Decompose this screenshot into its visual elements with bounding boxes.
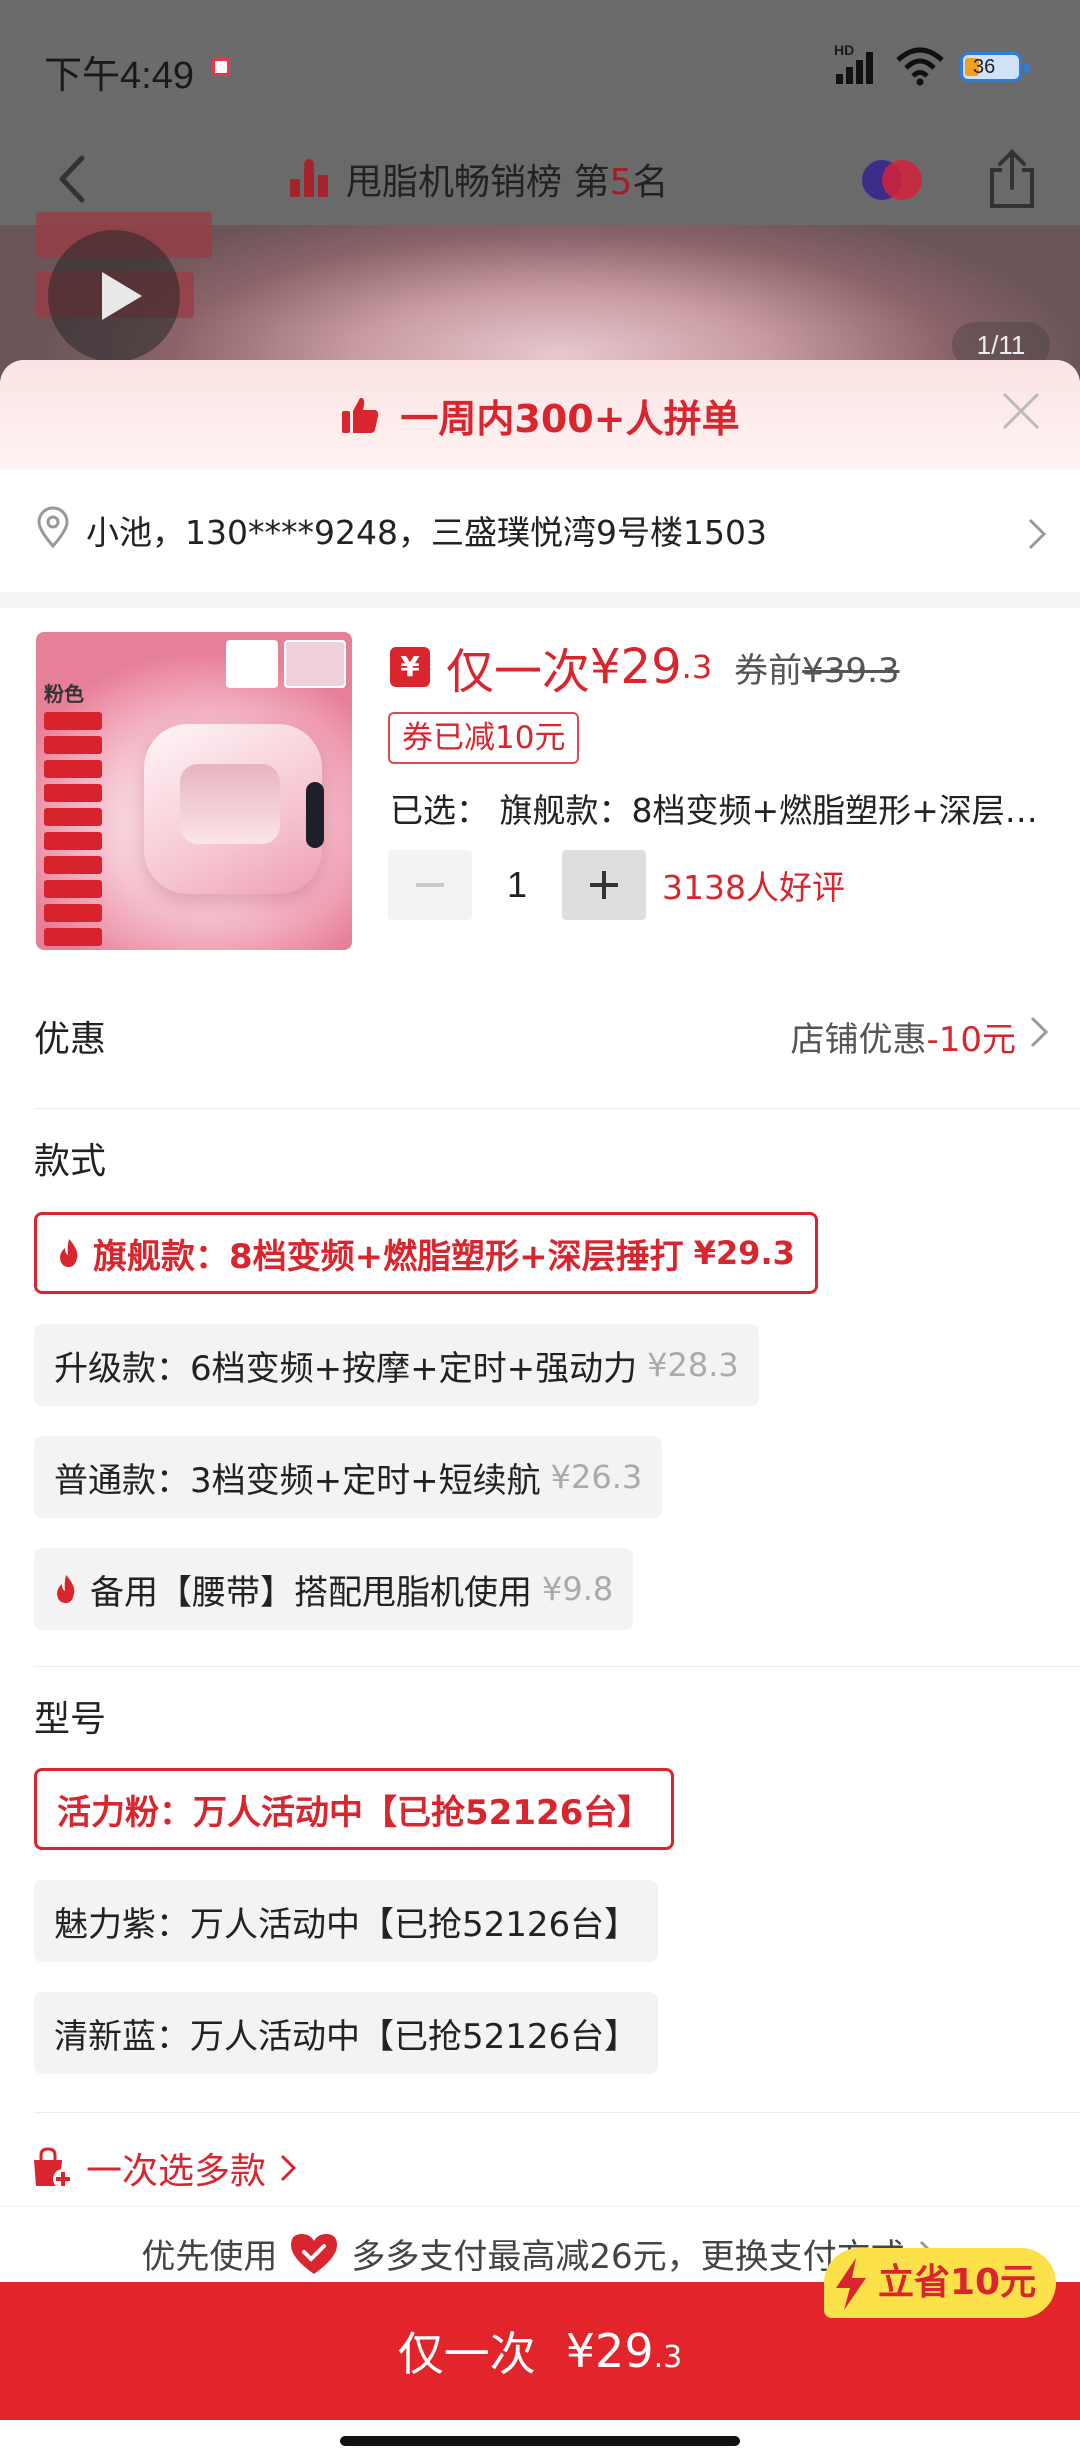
notification-icon [212, 58, 230, 76]
model-option-blue[interactable]: 清新蓝：万人活动中【已抢52126台】 [34, 1992, 659, 2074]
address-text: 小池，130****9248，三盛璞悦湾9号楼1503 [86, 513, 767, 552]
duoduo-pay-icon [291, 2233, 338, 2274]
model-option-purple[interactable]: 魅力紫：万人活动中【已抢52126台】 [34, 1880, 659, 1962]
sku-selection-sheet: 一周内300+人拼单 小池，130****9248，三盛璞悦湾9号楼1503 粉… [0, 360, 1080, 2460]
discount-label: 优惠 [34, 1019, 107, 1060]
section-divider [0, 592, 1080, 608]
price-label: 仅一次 [446, 644, 591, 700]
option-text: 普通款：3档变频+定时+短续航 [54, 1460, 541, 1501]
wifi-icon [896, 47, 944, 86]
divider [34, 1666, 1080, 1667]
signal-icon [836, 50, 882, 84]
ranking-icon [290, 159, 330, 199]
banner-text: 一周内300+人拼单 [400, 396, 740, 441]
image-accessory-thumb [284, 640, 346, 688]
option-text: 备用【腰带】搭配甩脂机使用 [90, 1572, 532, 1613]
option-price: ¥28.3 [647, 1346, 739, 1384]
coupon-icon: ¥ [390, 647, 430, 687]
option-text: 升级款：6档变频+按摩+定时+强动力 [54, 1348, 638, 1389]
multi-select-text: 一次选多款 [86, 2151, 267, 2192]
battery-level: 36 [973, 56, 996, 78]
option-text: 活力粉：万人活动中【已抢52126台】 [57, 1792, 652, 1833]
divider [34, 1108, 1080, 1109]
style-option-flagship[interactable]: 旗舰款：8档变频+燃脂塑形+深层捶打 ¥29.3 [34, 1212, 818, 1294]
status-bar: 下午4:49 HD 36 [0, 0, 1080, 130]
model-section-label: 型号 [34, 1699, 107, 1740]
divider [34, 2112, 1080, 2113]
multi-select-link[interactable]: 一次选多款 [30, 2138, 300, 2198]
share-icon[interactable] [982, 144, 1042, 214]
style-section-label: 款式 [34, 1141, 107, 1182]
image-device [144, 724, 322, 894]
price-decimal: .3 [681, 648, 713, 686]
nav-bar: 甩脂机畅销榜 第5名 [0, 130, 1080, 230]
option-price: ¥29.3 [693, 1234, 795, 1272]
image-device-panel [306, 782, 324, 848]
payment-prefix: 优先使用 [141, 2237, 278, 2277]
coupon-applied-badge: 券已减10元 [388, 712, 580, 764]
ranking-title[interactable]: 甩脂机畅销榜 第5名 [290, 144, 668, 214]
model-option-pink[interactable]: 活力粉：万人活动中【已抢52126台】 [34, 1768, 675, 1850]
home-indicator [340, 2436, 740, 2446]
option-text: 魅力紫：万人活动中【已抢52126台】 [54, 1904, 639, 1945]
merchant-logo-icon[interactable] [858, 158, 926, 202]
quantity-value[interactable]: 1 [472, 864, 562, 906]
chevron-right-icon [280, 2154, 297, 2182]
status-time: 下午4:49 [44, 55, 194, 97]
savings-tag: 立省10元 [824, 2248, 1057, 2318]
chevron-right-icon [1030, 1016, 1049, 1048]
savings-text: 立省10元 [878, 2262, 1037, 2303]
fire-icon [60, 1239, 78, 1267]
option-text: 清新蓝：万人活动中【已抢52126台】 [54, 2016, 639, 2057]
option-text: 旗舰款：8档变频+燃脂塑形+深层捶打 [93, 1236, 684, 1277]
shopping-bag-plus-icon [34, 2147, 73, 2189]
selected-sku-summary: 已选： 旗舰款：8档变频+燃脂塑形+深层捶打 活力粉 [390, 791, 1050, 830]
shipping-address-row[interactable]: 小池，130****9248，三盛璞悦湾9号楼1503 [0, 470, 1080, 580]
close-icon[interactable] [1000, 390, 1042, 432]
increase-quantity-button[interactable] [562, 850, 646, 920]
group-buy-banner: 一周内300+人拼单 [0, 360, 1080, 470]
option-price: ¥26.3 [550, 1458, 643, 1496]
battery-icon: 36 [960, 52, 1029, 82]
style-option-basic[interactable]: 普通款：3档变频+定时+短续航 ¥26.3 [34, 1436, 663, 1518]
thumbs-up-icon [342, 397, 379, 433]
discount-value[interactable]: 店铺优惠-10元 [790, 1012, 1016, 1061]
play-video-button[interactable] [48, 230, 180, 362]
lightning-icon [836, 2258, 866, 2310]
review-count: 3138人好评 [662, 868, 845, 907]
payment-text: 多多支付最高减26元，更换支付方式 [351, 2237, 905, 2277]
chevron-right-icon [1028, 518, 1047, 550]
decrease-quantity-button[interactable] [388, 850, 472, 920]
product-image[interactable]: 粉色 [36, 632, 352, 950]
fire-icon [57, 1575, 75, 1603]
price-integer: ¥29 [590, 639, 682, 695]
image-color-tag: 粉色 [44, 682, 84, 706]
image-accessory-thumb [226, 640, 278, 688]
back-arrow-icon[interactable] [44, 144, 104, 214]
quantity-stepper: 1 3138人好评 [388, 850, 845, 920]
option-price: ¥9.8 [542, 1570, 614, 1608]
style-option-belt[interactable]: 备用【腰带】搭配甩脂机使用 ¥9.8 [34, 1548, 634, 1630]
image-feature-list [44, 712, 102, 950]
style-option-upgrade[interactable]: 升级款：6档变频+按摩+定时+强动力 ¥28.3 [34, 1324, 759, 1406]
cta-label: 仅一次 [397, 2327, 536, 2381]
cta-price: ¥29.3 [565, 2324, 683, 2378]
location-pin-icon [37, 506, 69, 548]
price-row: ¥ 仅一次 ¥29 .3 券前¥39.3 [390, 632, 900, 702]
price-before-coupon: 券前¥39.3 [734, 650, 900, 691]
ranking-text: 甩脂机畅销榜 第5名 [346, 162, 669, 203]
